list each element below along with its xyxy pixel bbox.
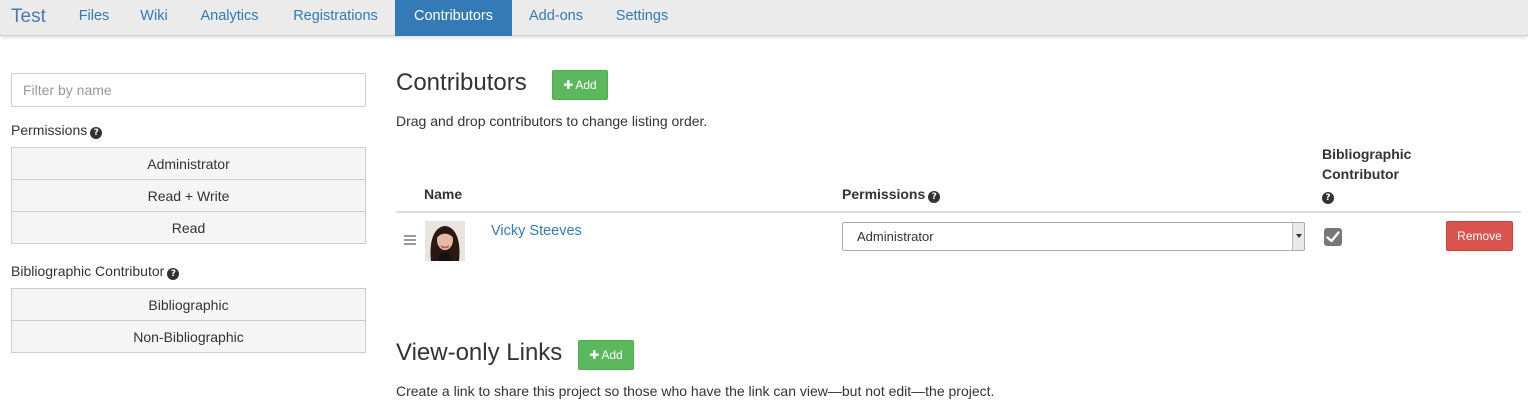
contributors-heading: Contributors [396,69,527,96]
bibliographic-filter-label: Bibliographic Contributor [11,263,165,279]
plus-icon: ✚ [589,348,600,362]
drag-instructions: Drag and drop contributors to change lis… [396,113,708,129]
project-navbar: Test Files Wiki Analytics Registrations … [0,0,1528,36]
permissions-filter-heading: Permissions? [11,121,103,139]
filter-bibliographic-button[interactable]: Bibliographic [11,288,366,321]
tab-add-ons[interactable]: Add-ons [512,0,600,36]
permissions-filter-label: Permissions [11,122,88,138]
question-circle-icon[interactable]: ? [167,268,180,280]
permission-select[interactable]: Administrator [842,222,1305,251]
filter-administrator-button[interactable]: Administrator [11,147,366,180]
column-header-name: Name [424,186,463,202]
filter-read-write-button[interactable]: Read + Write [11,179,366,212]
add-contributor-button[interactable]: ✚ Add [552,70,608,100]
view-only-links-heading: View-only Links [396,339,563,366]
filter-non-bibliographic-button[interactable]: Non-Bibliographic [11,320,366,353]
add-view-only-link-button[interactable]: ✚ Add [578,340,634,370]
add-contributor-label: Add [575,78,597,92]
filter-read-button[interactable]: Read [11,211,366,244]
bibliographic-filter-group: Bibliographic Non-Bibliographic [11,288,366,353]
tab-wiki[interactable]: Wiki [125,0,183,36]
column-header-permissions: Permissions? [842,184,941,204]
check-icon [1326,231,1340,243]
remove-contributor-button[interactable]: Remove [1446,221,1513,251]
tab-analytics[interactable]: Analytics [183,0,276,36]
tab-contributors[interactable]: Contributors [395,0,512,36]
caret-down-icon [1292,223,1304,250]
drag-handle-icon[interactable] [404,235,416,245]
tab-files[interactable]: Files [63,0,125,36]
column-header-permissions-label: Permissions [842,186,926,202]
avatar [425,221,465,261]
bibliographic-filter-heading: Bibliographic Contributor? [11,262,180,280]
question-circle-icon[interactable]: ? [928,191,941,203]
column-header-bibliographic-line1: Bibliographic [1322,146,1412,162]
filter-by-name-input[interactable] [11,73,366,107]
project-title[interactable]: Test [11,6,46,28]
bibliographic-checkbox[interactable] [1324,228,1342,246]
add-view-only-link-label: Add [601,348,623,362]
contributor-name-link[interactable]: Vicky Steeves [491,223,582,239]
column-header-bibliographic: Bibliographic Contributor ? [1322,144,1411,205]
table-header-divider [396,211,1521,213]
tab-registrations[interactable]: Registrations [276,0,395,36]
tab-settings[interactable]: Settings [600,0,684,36]
permission-select-value: Administrator [857,229,934,244]
plus-icon: ✚ [563,78,574,92]
permissions-filter-group: Administrator Read + Write Read [11,147,366,244]
column-header-bibliographic-line2: Contributor [1322,166,1399,182]
question-circle-icon[interactable]: ? [1322,192,1334,204]
view-only-description: Create a link to share this project so t… [396,383,995,399]
question-circle-icon[interactable]: ? [90,127,103,139]
